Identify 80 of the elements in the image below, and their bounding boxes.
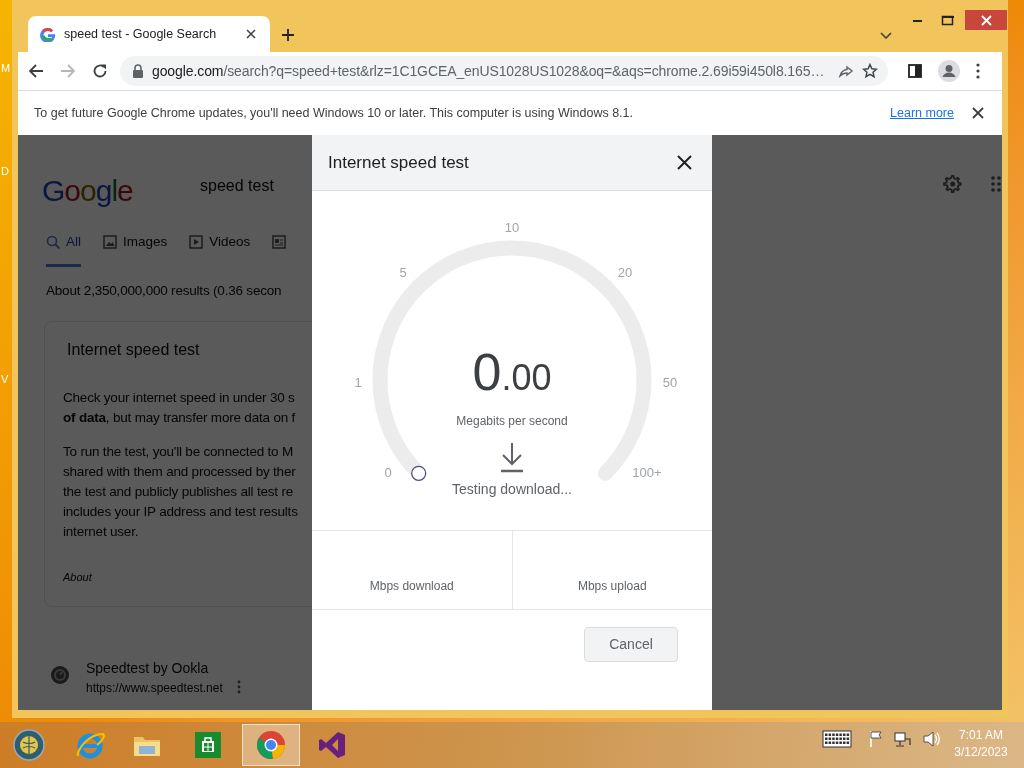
google-favicon-icon [40,26,56,42]
google-logo[interactable]: Google [42,168,133,213]
star-icon[interactable] [862,63,878,79]
result-stats: About 2,350,000,000 results (0.36 secon [46,282,282,300]
card-title: Internet speed test [67,340,200,360]
card-text-line: shared with them and processed by ther [63,463,296,481]
shopping-bag-icon [192,729,224,761]
card-text-line: includes your IP address and test results [63,503,298,521]
download-icon [500,442,524,473]
volume-icon[interactable] [923,730,940,748]
gauge-tick-label: 5 [399,265,407,280]
url-text: google.com/search?q=speed+test&rlz=1C1GCEA_enUS1028US1028&oq=&aqs=chrome.2.69i59i450l8.165… [152,61,826,81]
gauge-tick-label: 50 [662,375,678,390]
stat-label: Mbps upload [577,578,647,595]
caret-icon[interactable] [880,32,892,39]
keyboard-icon[interactable] [822,730,852,748]
desktop-icon-label[interactable]: D [1,163,9,180]
card-text-line: internet user. [63,523,139,541]
image-icon [103,235,117,250]
forward-icon [60,63,76,79]
apps-icon[interactable] [991,176,1001,192]
more-icon[interactable] [237,680,241,694]
result-title[interactable]: Speedtest by Ookla [86,658,209,679]
card-text-line: the test and publicly publishes all test re [63,483,294,501]
clock-time: 7:01 AM [959,727,1003,744]
card-text-line: of data, but may transfer more data on f [63,409,296,427]
gauge-tick-label: 10 [504,220,520,235]
new-tab-icon[interactable] [281,28,295,42]
lock-icon [132,64,144,78]
gauge-tick-label: 100+ [632,465,662,480]
profile-avatar-icon[interactable] [938,60,960,82]
window-close-button[interactable] [965,10,1007,30]
chrome-icon [255,729,287,761]
share-icon[interactable] [838,64,854,78]
clock[interactable]: 7:01 AM 3/12/2023 [948,727,1014,761]
address-bar[interactable]: google.com/search?q=speed+test&rlz=1C1GCEA_enUS1028US1028&oq=&aqs=chrome.2.69i59i450l8.165… [120,56,888,86]
back-icon[interactable] [28,63,44,79]
side-panel-icon[interactable] [908,64,922,78]
search-tab[interactable]: Videos [189,232,251,268]
speed-value: 0.00 [472,346,552,398]
gauge-tick-label: 0 [384,465,392,480]
clock-date: 3/12/2023 [954,744,1008,761]
maximize-icon[interactable] [941,15,954,26]
flag-icon[interactable] [868,730,882,748]
search-icon [46,235,60,250]
gauge-tick-label: 1 [354,375,362,390]
speed-unit: Megabits per second [456,413,568,430]
cancel-button[interactable]: Cancel [584,627,678,662]
search-tab[interactable]: All [46,232,81,268]
gauge-start-marker [411,465,427,481]
browser-tab[interactable]: speed test - Google Search [28,16,270,52]
taskbar-app-button[interactable] [242,724,300,766]
close-icon[interactable] [244,27,258,41]
network-icon[interactable] [894,730,911,748]
globe-orb-icon [13,729,45,761]
result-url[interactable]: https://www.speedtest.net [86,679,223,697]
card-text-line: Check your internet speed in under 30 s [63,389,295,407]
about-link[interactable]: About [63,569,92,586]
dialog-title: Internet speed test [328,151,470,174]
infinity-logo-icon [316,729,348,761]
video-icon [189,235,204,250]
infobar-message: To get future Google Chrome updates, you'll need Windows 10 or later. This computer is using Windows 8.1. [34,104,634,122]
close-icon [980,14,992,26]
stat-label: Mbps download [369,578,454,595]
learn-more-link[interactable]: Learn more [890,103,954,123]
search-tab[interactable]: Images [103,232,168,268]
desktop-icon-label[interactable]: M [1,60,11,77]
menu-icon[interactable] [976,63,980,79]
result-site-icon [50,665,70,685]
close-icon[interactable] [972,107,984,119]
settings-icon[interactable] [942,174,963,195]
gauge-tick-label: 20 [617,265,633,280]
tab-title: speed test - Google Search [64,25,218,43]
search-query[interactable]: speed test [200,174,274,198]
card-text-line: To run the test, you'll be connected to M [63,443,293,461]
reload-icon[interactable] [92,63,108,79]
news-icon [272,235,287,250]
desktop-icon-label[interactable]: V [1,371,9,388]
test-status: Testing download... [452,480,572,499]
close-icon[interactable] [677,155,692,170]
